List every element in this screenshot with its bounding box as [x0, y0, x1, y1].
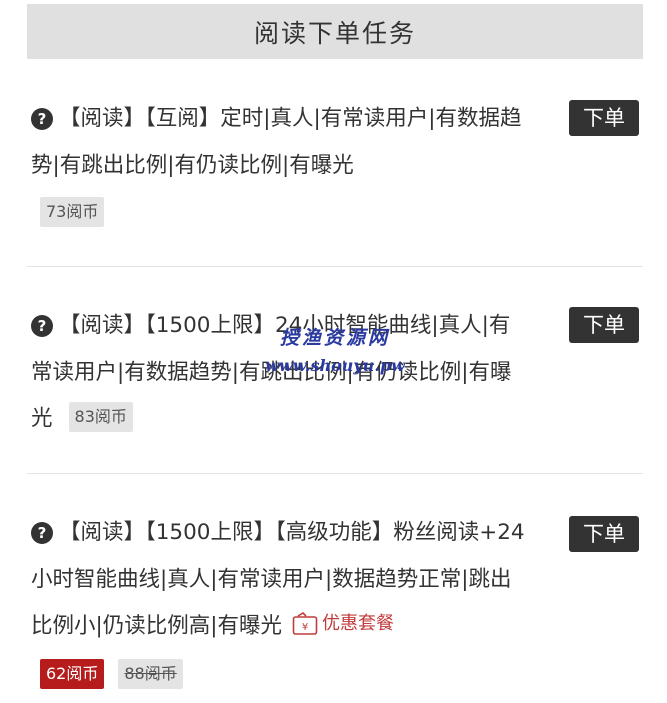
- price-row: 62阅币 88阅币: [40, 659, 183, 689]
- task-description-block: ? 【阅读】【互阅】定时|真人|有常读用户|有数据趋势|有跳出比例|有仍读比例|有…: [31, 96, 531, 189]
- help-circle-icon[interactable]: ?: [31, 522, 53, 544]
- divider: [27, 266, 643, 267]
- order-button[interactable]: 下单: [569, 516, 639, 552]
- sale-price-badge: 62阅币: [40, 659, 105, 689]
- order-button[interactable]: 下单: [569, 307, 639, 343]
- page-title: 阅读下单任务: [253, 18, 416, 48]
- coupon-icon: ¥: [292, 612, 318, 636]
- original-price-badge: 88阅币: [118, 659, 183, 689]
- divider: [27, 473, 643, 474]
- task-description-block: ? 【阅读】【1500上限】【高级功能】粉丝阅读+24小时智能曲线|真人|有常读用…: [31, 510, 531, 650]
- task-description: 【阅读】【1500上限】【高级功能】粉丝阅读+24小时智能曲线|真人|有常读用户…: [31, 520, 525, 639]
- page-title-bar: 阅读下单任务: [27, 4, 643, 59]
- help-circle-icon[interactable]: ?: [31, 108, 53, 130]
- task-item: ? 【阅读】【1500上限】24小时智能曲线|真人|有常读用户|有数据趋势|有跳出…: [31, 303, 639, 443]
- task-description: 【阅读】【互阅】定时|真人|有常读用户|有数据趋势|有跳出比例|有仍读比例|有曝…: [31, 106, 522, 178]
- order-button[interactable]: 下单: [569, 100, 639, 136]
- promo-link[interactable]: ¥ 优惠套餐: [292, 601, 394, 648]
- task-description-block: ? 【阅读】【1500上限】24小时智能曲线|真人|有常读用户|有数据趋势|有跳出…: [31, 303, 531, 443]
- price-badge: 73阅币: [40, 197, 105, 227]
- promo-label: 优惠套餐: [322, 613, 394, 634]
- help-circle-icon[interactable]: ?: [31, 315, 53, 337]
- task-item: ? 【阅读】【1500上限】【高级功能】粉丝阅读+24小时智能曲线|真人|有常读用…: [31, 510, 639, 689]
- svg-text:¥: ¥: [302, 622, 308, 633]
- task-item: ? 【阅读】【互阅】定时|真人|有常读用户|有数据趋势|有跳出比例|有仍读比例|有…: [31, 96, 639, 227]
- price-badge: 83阅币: [68, 402, 133, 432]
